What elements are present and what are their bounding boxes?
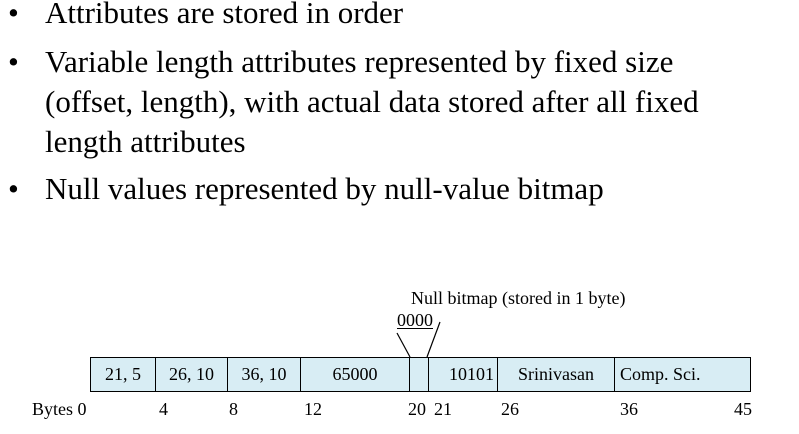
byte-offset: 20 — [408, 399, 426, 419]
byte-offset: 12 — [304, 399, 322, 419]
bitmap-connector-left — [396, 332, 411, 358]
record-field: 36, 10 — [228, 358, 301, 391]
bytes-label-text: Bytes — [32, 399, 74, 419]
record-field: 65000 — [301, 358, 410, 391]
record-field: Srinivasan — [498, 358, 615, 391]
record-field: Comp. Sci. — [620, 364, 701, 384]
bullet-symbol: • — [8, 171, 19, 206]
bitmap-connector-right — [426, 321, 441, 358]
record-field: 21, 5 — [91, 358, 156, 391]
bytes-label: Bytes 0 — [32, 399, 87, 420]
bullet-text: Variable length attributes represented b… — [45, 42, 785, 162]
byte-offset: 45 — [734, 399, 752, 419]
record-bar: 21, 5 26, 10 36, 10 65000 10101 Srinivas… — [90, 357, 751, 392]
bullet-symbol: • — [8, 44, 19, 79]
bullet-text: Null values represented by null-value bi… — [45, 169, 785, 209]
bullet-line: (offset, length), with actual data store… — [45, 84, 699, 119]
record-layout-diagram: Null bitmap (stored in 1 byte) 0000 21, … — [0, 280, 799, 434]
bullet-line: Variable length attributes represented b… — [45, 44, 674, 79]
bullet-line: length attributes — [45, 124, 246, 159]
record-field: 10101 — [429, 358, 498, 391]
byte-offset: 36 — [620, 399, 638, 419]
bullet-line: Attributes are stored in order — [45, 0, 404, 30]
record-field: 26, 10 — [156, 358, 228, 391]
byte-offset: 8 — [229, 399, 238, 419]
bullet-line: Null values represented by null-value bi… — [45, 171, 604, 206]
bullet-symbol: • — [8, 0, 19, 30]
bullet-text: Attributes are stored in order — [45, 0, 785, 33]
byte-offset: 21 — [434, 399, 452, 419]
record-field-null-bitmap — [410, 358, 429, 391]
byte-offset: 0 — [77, 399, 87, 419]
byte-offset: 26 — [501, 399, 519, 419]
byte-offset: 4 — [159, 399, 168, 419]
